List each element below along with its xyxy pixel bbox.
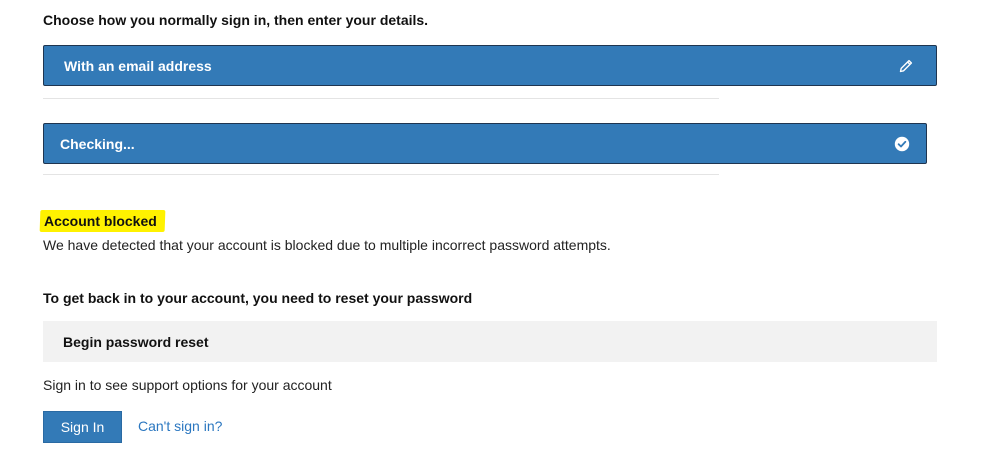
sign-in-button[interactable]: Sign In [43,411,122,443]
account-blocked-title: Account blocked [39,210,166,232]
sign-in-label: Sign In [60,419,105,435]
cant-sign-in-link[interactable]: Can't sign in? [138,418,222,434]
reset-heading: To get back in to your account, you need… [43,290,473,306]
account-blocked-description: We have detected that your account is bl… [43,237,611,253]
checking-status-bar: Checking... [43,123,927,164]
begin-password-reset-button[interactable]: Begin password reset [43,321,937,362]
divider [43,174,719,175]
sign-in-page: Choose how you normally sign in, then en… [0,0,999,456]
email-method-label: With an email address [64,57,212,74]
intro-text: Choose how you normally sign in, then en… [43,12,429,28]
pencil-icon[interactable] [898,58,914,74]
checking-label: Checking... [60,135,135,152]
divider [43,98,719,99]
begin-password-reset-label: Begin password reset [63,333,209,350]
check-circle-icon [894,136,910,152]
support-text: Sign in to see support options for your … [43,377,332,393]
account-blocked-label: Account blocked [44,213,157,229]
email-method-bar[interactable]: With an email address [43,45,937,86]
